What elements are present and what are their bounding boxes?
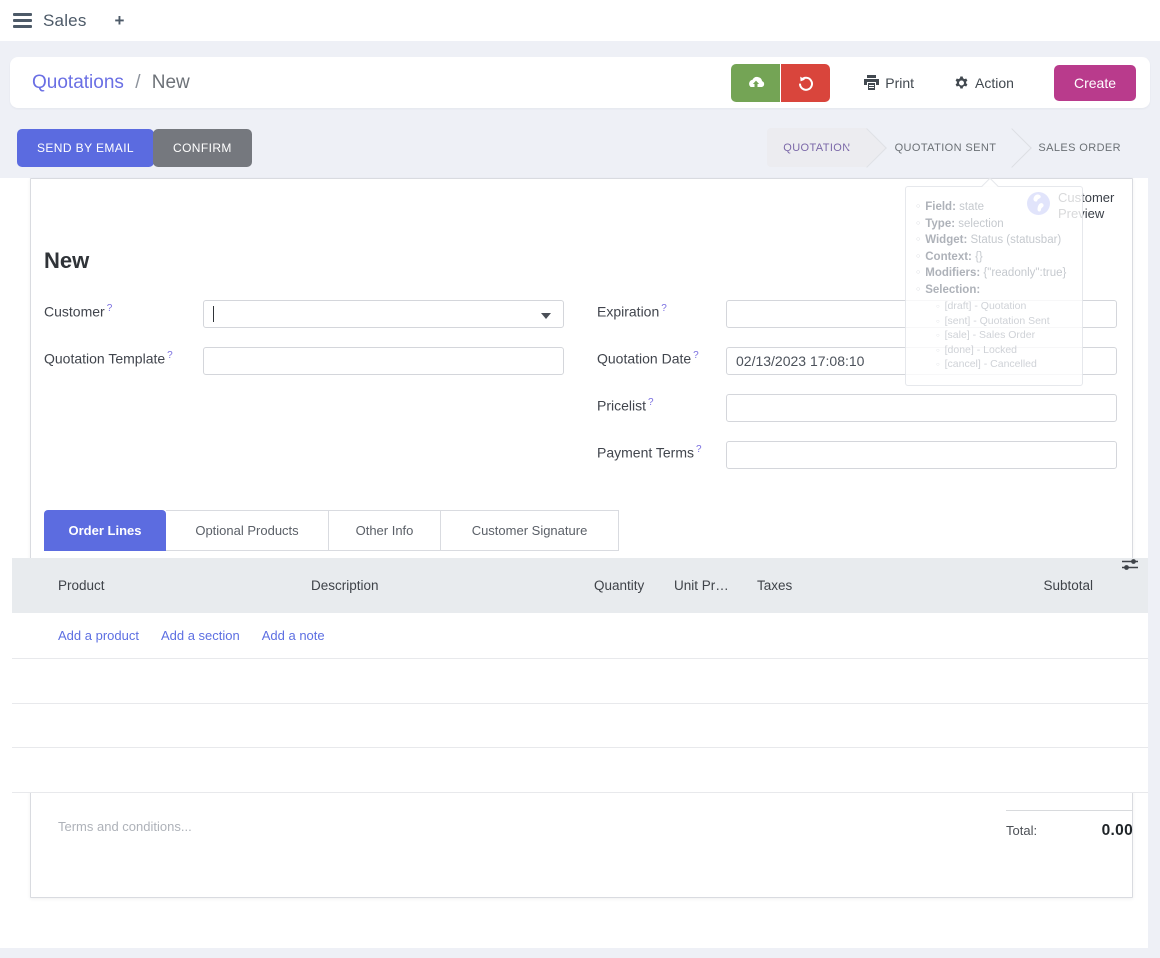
statusbar: QUOTATION QUOTATION SENT SALES ORDER bbox=[767, 128, 1137, 167]
breadcrumb-quotations[interactable]: Quotations bbox=[32, 72, 124, 93]
optional-columns-icon[interactable] bbox=[1122, 558, 1138, 572]
quotation-date-label: Quotation Date? bbox=[597, 350, 699, 367]
tab-other-info[interactable]: Other Info bbox=[329, 510, 441, 551]
help-marker: ? bbox=[693, 350, 699, 361]
action-menu[interactable]: Action bbox=[954, 75, 1014, 91]
help-marker: ? bbox=[696, 444, 702, 455]
total-divider bbox=[1006, 810, 1133, 811]
action-label: Action bbox=[975, 75, 1014, 91]
customer-label: Customer? bbox=[44, 303, 112, 320]
column-taxes[interactable]: Taxes bbox=[757, 558, 792, 613]
apps-menu-icon[interactable] bbox=[13, 13, 32, 28]
printer-icon bbox=[864, 75, 879, 90]
state-quotation-label: QUOTATION bbox=[783, 142, 850, 154]
help-marker: ? bbox=[167, 350, 173, 361]
state-quotation[interactable]: QUOTATION bbox=[767, 128, 866, 167]
payment-terms-label: Payment Terms? bbox=[597, 444, 702, 461]
discard-button[interactable] bbox=[781, 64, 830, 102]
table-add-row: Add a product Add a section Add a note bbox=[12, 613, 1148, 659]
column-quantity[interactable]: Quantity bbox=[594, 558, 646, 613]
gear-icon bbox=[954, 75, 969, 90]
record-title: New bbox=[44, 248, 89, 274]
breadcrumb-separator: / bbox=[135, 72, 140, 93]
tab-order-lines[interactable]: Order Lines bbox=[44, 510, 166, 551]
undo-icon bbox=[798, 75, 814, 91]
state-quotation-sent[interactable]: QUOTATION SENT bbox=[867, 128, 1013, 167]
quotation-template-label: Quotation Template? bbox=[44, 350, 173, 367]
quotation-template-input[interactable] bbox=[203, 347, 564, 375]
new-window-icon[interactable]: + bbox=[115, 11, 125, 31]
top-navbar: Sales + bbox=[0, 0, 1160, 41]
column-subtotal[interactable]: Subtotal bbox=[1043, 558, 1093, 613]
table-row[interactable] bbox=[12, 748, 1148, 793]
table-header: Product Description Quantity Unit Price … bbox=[12, 558, 1148, 613]
send-by-email-button[interactable]: SEND BY EMAIL bbox=[17, 129, 154, 167]
total-label: Total: bbox=[1006, 823, 1037, 838]
print-menu[interactable]: Print bbox=[864, 75, 914, 91]
tab-optional-products[interactable]: Optional Products bbox=[166, 510, 329, 551]
debug-field-tooltip: Field: state Type: selection Widget: Sta… bbox=[905, 186, 1083, 386]
column-description[interactable]: Description bbox=[311, 558, 379, 613]
add-a-note-link[interactable]: Add a note bbox=[262, 628, 325, 643]
total-value: 0.00 bbox=[1102, 822, 1133, 840]
order-lines-table: Product Description Quantity Unit Price … bbox=[12, 558, 1148, 792]
create-button[interactable]: Create bbox=[1054, 65, 1136, 101]
tooltip-selection-list: [draft] - Quotation [sent] - Quotation S… bbox=[936, 300, 1072, 373]
payment-terms-input[interactable] bbox=[726, 441, 1117, 469]
total-row: Total: 0.00 bbox=[1006, 822, 1133, 840]
notebook-tabs: Order Lines Optional Products Other Info… bbox=[44, 510, 619, 551]
app-name[interactable]: Sales bbox=[43, 11, 87, 31]
chevron-down-icon[interactable] bbox=[541, 313, 551, 319]
help-marker: ? bbox=[648, 397, 654, 408]
terms-and-conditions-input[interactable]: Terms and conditions... bbox=[58, 819, 192, 834]
breadcrumb-current: New bbox=[152, 72, 190, 93]
breadcrumb: Quotations / New bbox=[32, 72, 190, 94]
print-label: Print bbox=[885, 75, 914, 91]
column-product[interactable]: Product bbox=[58, 558, 105, 613]
tab-customer-signature[interactable]: Customer Signature bbox=[441, 510, 619, 551]
help-marker: ? bbox=[107, 303, 113, 314]
pricelist-input[interactable] bbox=[726, 394, 1117, 422]
save-button[interactable] bbox=[731, 64, 780, 102]
cloud-upload-icon bbox=[746, 75, 766, 90]
column-unit-price[interactable]: Unit Price bbox=[674, 558, 731, 613]
add-a-section-link[interactable]: Add a section bbox=[161, 628, 240, 643]
confirm-button[interactable]: CONFIRM bbox=[153, 129, 252, 167]
table-row[interactable] bbox=[12, 659, 1148, 704]
control-panel: Quotations / New Print bbox=[10, 57, 1150, 108]
pricelist-label: Pricelist? bbox=[597, 397, 654, 414]
text-caret bbox=[213, 306, 214, 322]
table-row[interactable] bbox=[12, 704, 1148, 749]
help-marker: ? bbox=[661, 303, 667, 314]
add-a-product-link[interactable]: Add a product bbox=[58, 628, 139, 643]
customer-input[interactable] bbox=[203, 300, 564, 328]
expiration-label: Expiration? bbox=[597, 303, 667, 320]
